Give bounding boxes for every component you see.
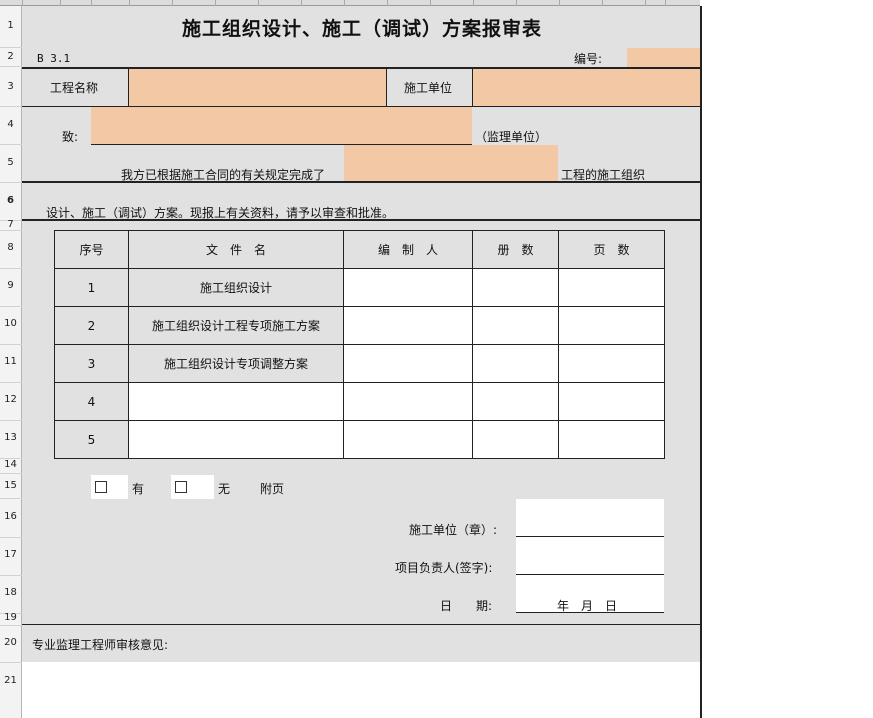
- row-number[interactable]: 9: [0, 280, 21, 291]
- row-number[interactable]: 17: [0, 549, 21, 560]
- table-cell-author[interactable]: [344, 269, 473, 307]
- table-cell-no[interactable]: 3: [55, 345, 129, 383]
- table-header-pages: 页 数: [559, 231, 665, 269]
- table-cell-no[interactable]: 5: [55, 421, 129, 459]
- table-cell-pages[interactable]: [559, 269, 665, 307]
- attach-pages-label: 附页: [260, 482, 285, 496]
- row-number[interactable]: 8: [0, 242, 21, 253]
- table-cell-pages[interactable]: [559, 307, 665, 345]
- supervisor-review-label: 专业监理工程师审核意见:: [32, 638, 169, 652]
- table-cell-volumes[interactable]: [473, 421, 559, 459]
- row-number[interactable]: 12: [0, 394, 21, 405]
- date-label: 日 期:: [440, 599, 493, 613]
- date-value[interactable]: 年 月 日: [557, 597, 617, 614]
- row-number[interactable]: 4: [0, 119, 21, 130]
- row-number[interactable]: 5: [0, 157, 21, 168]
- completed-project-input[interactable]: [344, 145, 558, 182]
- row-number[interactable]: 16: [0, 511, 21, 522]
- table-header-no: 序号: [55, 231, 129, 269]
- table-cell-pages[interactable]: [559, 383, 665, 421]
- row-number[interactable]: 19: [0, 612, 21, 623]
- table-cell-pages[interactable]: [559, 345, 665, 383]
- to-label: 致:: [62, 130, 79, 144]
- row-number[interactable]: 7: [0, 219, 21, 230]
- row-number[interactable]: 20: [0, 637, 21, 648]
- project-name-input[interactable]: [129, 69, 386, 106]
- row-number[interactable]: 14: [0, 459, 21, 470]
- table-header-volumes: 册 数: [473, 231, 559, 269]
- number-input[interactable]: [627, 48, 701, 67]
- number-label: 编号:: [574, 52, 603, 66]
- table-cell-pages[interactable]: [559, 421, 665, 459]
- project-manager-signature-label: 项目负责人(签字):: [395, 561, 493, 575]
- row-number[interactable]: 15: [0, 480, 21, 491]
- row-number[interactable]: 6: [0, 195, 21, 206]
- table-cell-author[interactable]: [344, 345, 473, 383]
- table-cell-no[interactable]: 2: [55, 307, 129, 345]
- table-cell-no[interactable]: 1: [55, 269, 129, 307]
- form-title: 施工组织设计、施工（调试）方案报审表: [182, 18, 543, 40]
- row-number[interactable]: 1: [0, 20, 21, 31]
- attach-yes-checkbox[interactable]: [95, 481, 107, 493]
- row-number[interactable]: 10: [0, 318, 21, 329]
- table-cell-volumes[interactable]: [473, 383, 559, 421]
- table-cell-filename[interactable]: 施工组织设计专项调整方案: [129, 345, 344, 383]
- attach-no-checkbox[interactable]: [175, 481, 187, 493]
- table-cell-author[interactable]: [344, 307, 473, 345]
- construction-unit-input[interactable]: [473, 69, 701, 106]
- row-number[interactable]: 2: [0, 51, 21, 62]
- print-area-border: [700, 6, 702, 718]
- table-cell-filename[interactable]: [129, 421, 344, 459]
- row-number[interactable]: 3: [0, 81, 21, 92]
- table-header-author: 编 制 人: [344, 231, 473, 269]
- signature-input-area[interactable]: [516, 499, 664, 613]
- project-name-label: 工程名称: [50, 81, 99, 95]
- attach-no-label: 无: [218, 482, 231, 496]
- row-number[interactable]: 11: [0, 356, 21, 367]
- table-cell-filename[interactable]: 施工组织设计: [129, 269, 344, 307]
- review-opinion-area[interactable]: [22, 662, 701, 718]
- table-cell-author[interactable]: [344, 421, 473, 459]
- row-number[interactable]: 18: [0, 587, 21, 598]
- table-cell-filename[interactable]: 施工组织设计工程专项施工方案: [129, 307, 344, 345]
- table-cell-volumes[interactable]: [473, 269, 559, 307]
- table-cell-no[interactable]: 4: [55, 383, 129, 421]
- row-header-column[interactable]: 1 2 3 4 5 6 7 8 9 10 11 12 13 14 15 16 1…: [0, 6, 22, 718]
- construction-unit-label: 施工单位: [404, 81, 453, 95]
- table-header-filename: 文 件 名: [129, 231, 344, 269]
- supervision-unit-suffix: （监理单位）: [475, 130, 548, 144]
- table-cell-volumes[interactable]: [473, 345, 559, 383]
- construction-unit-seal-label: 施工单位（章）:: [409, 523, 498, 537]
- supervision-unit-input[interactable]: [91, 107, 472, 144]
- row-number[interactable]: 13: [0, 432, 21, 443]
- table-cell-volumes[interactable]: [473, 307, 559, 345]
- document-table: 序号 文 件 名 编 制 人 册 数 页 数 1 施工组织设计 2 施工组织设计…: [54, 230, 665, 459]
- table-cell-author[interactable]: [344, 383, 473, 421]
- row-number[interactable]: 21: [0, 675, 21, 686]
- form-code: B 3.1: [37, 52, 71, 65]
- table-cell-filename[interactable]: [129, 383, 344, 421]
- attach-yes-label: 有: [132, 482, 145, 496]
